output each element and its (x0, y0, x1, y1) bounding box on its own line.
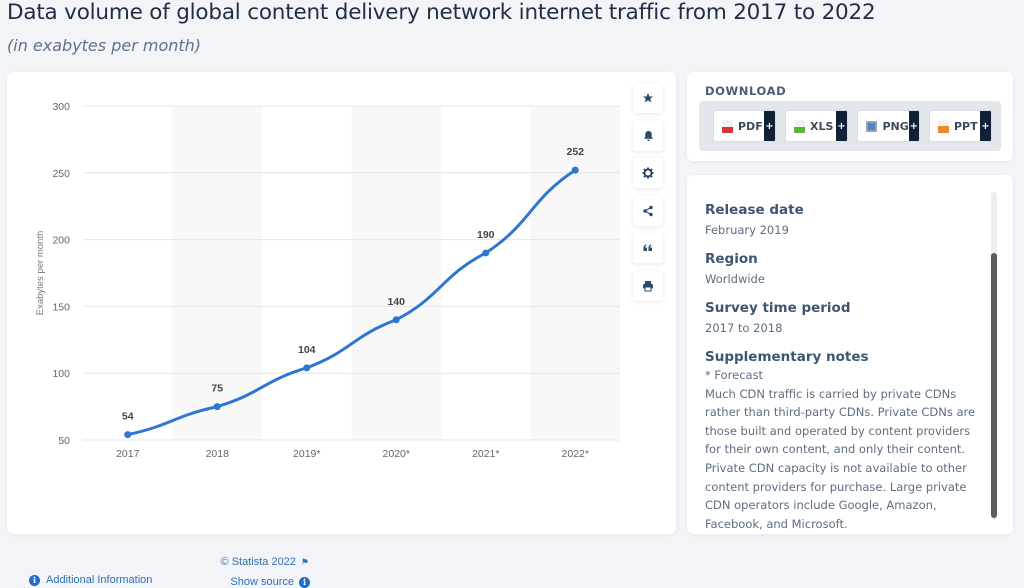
page-subtitle: (in exabytes per month) (7, 36, 202, 55)
notification-button[interactable] (633, 120, 663, 151)
show-source-link[interactable]: Show source i (230, 576, 310, 588)
plus-icon: + (836, 111, 847, 141)
page-title: Data volume of global content delivery n… (7, 0, 876, 25)
info-icon: i (29, 574, 40, 586)
download-ppt-label: PPT (954, 119, 978, 133)
y-tick-label: 300 (52, 101, 70, 113)
x-tick-label: 2018 (206, 448, 230, 460)
xls-file-icon (794, 119, 805, 133)
additional-information-link[interactable]: i Additional Information (29, 574, 152, 586)
gear-icon (642, 167, 654, 179)
quote-icon (643, 244, 652, 251)
data-label: 190 (477, 229, 495, 241)
data-point (482, 249, 490, 257)
statista-copyright[interactable]: © Statista 2022 ⚑ (221, 556, 309, 568)
survey-period-value: 2017 to 2018 (705, 321, 783, 335)
region-heading: Region (705, 251, 758, 267)
data-point (124, 431, 132, 439)
x-tick-label: 2020* (383, 448, 410, 460)
info-scrollbar[interactable] (991, 192, 997, 520)
y-tick-label: 150 (52, 301, 70, 313)
chart-card: 50 100 150 200 250 300 Exabytes per month 2017 2… (7, 72, 676, 588)
flag-icon: ⚑ (300, 556, 309, 567)
column-band (351, 106, 441, 440)
download-buttons: PDF + XLS + PNG + PPT + (699, 101, 1001, 151)
data-label: 104 (298, 344, 316, 356)
data-point (213, 403, 221, 411)
settings-button[interactable] (633, 158, 663, 188)
data-point (303, 364, 311, 372)
statistic-info-card: Release date February 2019 Region Worldw… (687, 175, 1013, 534)
data-point (392, 316, 400, 324)
star-icon (643, 93, 653, 103)
y-tick-label: 100 (52, 368, 70, 380)
x-tick-label: 2021* (472, 448, 499, 460)
data-point (571, 166, 579, 174)
data-label: 140 (387, 296, 405, 308)
pdf-file-icon (722, 119, 733, 133)
download-png-label: PNG (882, 119, 909, 133)
download-pdf-button[interactable]: PDF + (713, 110, 776, 142)
x-tick-label: 2022* (562, 448, 589, 460)
copyright-label: © Statista 2022 (220, 556, 296, 568)
release-date-value: February 2019 (705, 223, 789, 237)
region-value: Worldwide (705, 272, 765, 286)
y-tick-label: 50 (58, 435, 70, 447)
show-source-label: Show source (230, 576, 294, 588)
png-file-icon (866, 120, 878, 132)
y-tick-label: 250 (52, 168, 70, 180)
y-tick-label: 200 (52, 235, 70, 247)
info-scrollbar-thumb[interactable] (991, 253, 997, 518)
supplementary-notes-text: Much CDN traffic is carried by private C… (705, 386, 976, 531)
download-title: DOWNLOAD (705, 84, 787, 98)
print-button[interactable] (633, 270, 663, 301)
plus-icon: + (764, 111, 775, 141)
favorite-button[interactable] (633, 83, 663, 113)
y-axis-label: Exabytes per month (35, 231, 46, 316)
bell-icon (643, 130, 653, 141)
survey-period-heading: Survey time period (705, 300, 851, 316)
download-card: DOWNLOAD PDF + XLS + PNG + PPT + (687, 72, 1013, 161)
share-button[interactable] (633, 195, 663, 226)
line-chart: 50 100 150 200 250 300 Exabytes per month 2017 2… (35, 101, 620, 460)
info-icon: i (299, 576, 310, 588)
x-tick-label: 2019* (293, 448, 320, 460)
x-tick-label: 2017 (116, 448, 140, 460)
download-xls-label: XLS (810, 119, 834, 133)
share-icon (643, 205, 653, 216)
download-xls-button[interactable]: XLS + (785, 110, 848, 142)
chart-toolbar (633, 83, 665, 308)
plus-icon: + (980, 111, 991, 141)
plus-icon: + (908, 111, 919, 141)
data-label: 54 (122, 411, 134, 423)
download-ppt-button[interactable]: PPT + (929, 110, 992, 142)
ppt-file-icon (938, 119, 949, 133)
data-label: 252 (566, 146, 584, 158)
download-pdf-label: PDF (738, 119, 763, 133)
supplementary-notes-heading: Supplementary notes (705, 349, 869, 365)
release-date-heading: Release date (705, 202, 804, 218)
info-content: Release date February 2019 Region Worldw… (705, 202, 985, 533)
download-png-button[interactable]: PNG + (857, 110, 920, 142)
data-label: 75 (211, 383, 223, 395)
forecast-note: * Forecast (705, 368, 764, 382)
print-icon (643, 280, 653, 291)
additional-information-label: Additional Information (46, 574, 153, 586)
cite-button[interactable] (633, 233, 663, 263)
